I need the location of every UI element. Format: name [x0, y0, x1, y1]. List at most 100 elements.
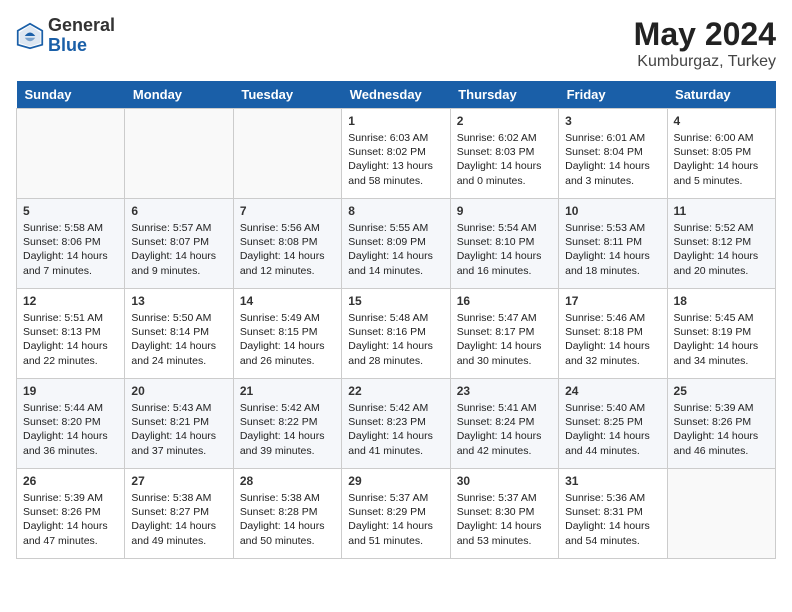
- cell-content: Sunrise: 5:48 AM Sunset: 8:16 PM Dayligh…: [348, 311, 443, 368]
- weekday-header-wednesday: Wednesday: [342, 81, 450, 109]
- location-subtitle: Kumburgaz, Turkey: [634, 53, 776, 71]
- cell-content: Sunrise: 5:43 AM Sunset: 8:21 PM Dayligh…: [131, 401, 226, 458]
- calendar-cell: [17, 109, 125, 199]
- calendar-cell: 3 Sunrise: 6:01 AM Sunset: 8:04 PM Daylig…: [559, 109, 667, 199]
- cell-content: Sunrise: 5:44 AM Sunset: 8:20 PM Dayligh…: [23, 401, 118, 458]
- logo-text: General Blue: [48, 16, 115, 56]
- day-number: 7: [240, 204, 335, 218]
- day-number: 6: [131, 204, 226, 218]
- day-number: 4: [674, 114, 769, 128]
- cell-content: Sunrise: 5:54 AM Sunset: 8:10 PM Dayligh…: [457, 221, 552, 278]
- cell-content: Sunrise: 5:37 AM Sunset: 8:30 PM Dayligh…: [457, 491, 552, 548]
- day-number: 31: [565, 474, 660, 488]
- cell-content: Sunrise: 6:00 AM Sunset: 8:05 PM Dayligh…: [674, 131, 769, 188]
- calendar-cell: 26Sunrise: 5:39 AM Sunset: 8:26 PM Dayli…: [17, 469, 125, 559]
- day-number: 16: [457, 294, 552, 308]
- logo: General Blue: [16, 16, 115, 56]
- calendar-week-row: 26Sunrise: 5:39 AM Sunset: 8:26 PM Dayli…: [17, 469, 776, 559]
- cell-content: Sunrise: 5:41 AM Sunset: 8:24 PM Dayligh…: [457, 401, 552, 458]
- cell-content: Sunrise: 5:46 AM Sunset: 8:18 PM Dayligh…: [565, 311, 660, 368]
- calendar-cell: 15Sunrise: 5:48 AM Sunset: 8:16 PM Dayli…: [342, 289, 450, 379]
- calendar-cell: 11Sunrise: 5:52 AM Sunset: 8:12 PM Dayli…: [667, 199, 775, 289]
- day-number: 2: [457, 114, 552, 128]
- cell-content: Sunrise: 5:49 AM Sunset: 8:15 PM Dayligh…: [240, 311, 335, 368]
- cell-content: Sunrise: 5:53 AM Sunset: 8:11 PM Dayligh…: [565, 221, 660, 278]
- calendar-cell: 24Sunrise: 5:40 AM Sunset: 8:25 PM Dayli…: [559, 379, 667, 469]
- cell-content: Sunrise: 5:37 AM Sunset: 8:29 PM Dayligh…: [348, 491, 443, 548]
- day-number: 25: [674, 384, 769, 398]
- cell-content: Sunrise: 6:03 AM Sunset: 8:02 PM Dayligh…: [348, 131, 443, 188]
- day-number: 13: [131, 294, 226, 308]
- calendar-cell: 29 Sunrise: 5:37 AM Sunset: 8:29 PM Dayli…: [342, 469, 450, 559]
- calendar-cell: 21 Sunrise: 5:42 AM Sunset: 8:22 PM Dayli…: [233, 379, 341, 469]
- day-number: 20: [131, 384, 226, 398]
- calendar-cell: 13 Sunrise: 5:50 AM Sunset: 8:14 PM Dayli…: [125, 289, 233, 379]
- calendar-cell: 18 Sunrise: 5:45 AM Sunset: 8:19 PM Dayli…: [667, 289, 775, 379]
- cell-content: Sunrise: 6:01 AM Sunset: 8:04 PM Dayligh…: [565, 131, 660, 188]
- calendar-cell: 8 Sunrise: 5:55 AM Sunset: 8:09 PM Daylig…: [342, 199, 450, 289]
- day-number: 22: [348, 384, 443, 398]
- day-number: 29: [348, 474, 443, 488]
- cell-content: Sunrise: 5:57 AM Sunset: 8:07 PM Dayligh…: [131, 221, 226, 278]
- day-number: 21: [240, 384, 335, 398]
- day-number: 1: [348, 114, 443, 128]
- calendar-week-row: 12 Sunrise: 5:51 AM Sunset: 8:13 PM Dayli…: [17, 289, 776, 379]
- cell-content: Sunrise: 6:02 AM Sunset: 8:03 PM Dayligh…: [457, 131, 552, 188]
- logo-icon: [16, 22, 44, 50]
- cell-content: Sunrise: 5:45 AM Sunset: 8:19 PM Dayligh…: [674, 311, 769, 368]
- day-number: 12: [23, 294, 118, 308]
- calendar-cell: 31 Sunrise: 5:36 AM Sunset: 8:31 PM Dayli…: [559, 469, 667, 559]
- calendar-cell: 4 Sunrise: 6:00 AM Sunset: 8:05 PM Daylig…: [667, 109, 775, 199]
- cell-content: Sunrise: 5:38 AM Sunset: 8:27 PM Dayligh…: [131, 491, 226, 548]
- day-number: 3: [565, 114, 660, 128]
- weekday-header-monday: Monday: [125, 81, 233, 109]
- calendar-cell: 19 Sunrise: 5:44 AM Sunset: 8:20 PM Dayli…: [17, 379, 125, 469]
- day-number: 9: [457, 204, 552, 218]
- calendar-cell: 2 Sunrise: 6:02 AM Sunset: 8:03 PM Daylig…: [450, 109, 558, 199]
- calendar-cell: 27 Sunrise: 5:38 AM Sunset: 8:27 PM Dayli…: [125, 469, 233, 559]
- calendar-cell: 16 Sunrise: 5:47 AM Sunset: 8:17 PM Dayli…: [450, 289, 558, 379]
- day-number: 19: [23, 384, 118, 398]
- day-number: 27: [131, 474, 226, 488]
- cell-content: Sunrise: 5:52 AM Sunset: 8:12 PM Dayligh…: [674, 221, 769, 278]
- calendar-week-row: 1 Sunrise: 6:03 AM Sunset: 8:02 PM Daylig…: [17, 109, 776, 199]
- cell-content: Sunrise: 5:38 AM Sunset: 8:28 PM Dayligh…: [240, 491, 335, 548]
- day-number: 28: [240, 474, 335, 488]
- day-number: 8: [348, 204, 443, 218]
- cell-content: Sunrise: 5:47 AM Sunset: 8:17 PM Dayligh…: [457, 311, 552, 368]
- cell-content: Sunrise: 5:50 AM Sunset: 8:14 PM Dayligh…: [131, 311, 226, 368]
- calendar-header: SundayMondayTuesdayWednesdayThursdayFrid…: [17, 81, 776, 109]
- calendar-cell: 17 Sunrise: 5:46 AM Sunset: 8:18 PM Dayli…: [559, 289, 667, 379]
- cell-content: Sunrise: 5:36 AM Sunset: 8:31 PM Dayligh…: [565, 491, 660, 548]
- cell-content: Sunrise: 5:51 AM Sunset: 8:13 PM Dayligh…: [23, 311, 118, 368]
- weekday-header-tuesday: Tuesday: [233, 81, 341, 109]
- calendar-cell: [125, 109, 233, 199]
- calendar-cell: [233, 109, 341, 199]
- cell-content: Sunrise: 5:42 AM Sunset: 8:23 PM Dayligh…: [348, 401, 443, 458]
- calendar-cell: 7 Sunrise: 5:56 AM Sunset: 8:08 PM Daylig…: [233, 199, 341, 289]
- month-year-title: May 2024: [634, 16, 776, 53]
- cell-content: Sunrise: 5:56 AM Sunset: 8:08 PM Dayligh…: [240, 221, 335, 278]
- day-number: 17: [565, 294, 660, 308]
- calendar-cell: 23 Sunrise: 5:41 AM Sunset: 8:24 PM Dayli…: [450, 379, 558, 469]
- weekday-header-saturday: Saturday: [667, 81, 775, 109]
- day-number: 10: [565, 204, 660, 218]
- calendar-week-row: 5Sunrise: 5:58 AM Sunset: 8:06 PM Daylig…: [17, 199, 776, 289]
- calendar-cell: 1 Sunrise: 6:03 AM Sunset: 8:02 PM Daylig…: [342, 109, 450, 199]
- calendar-cell: 30 Sunrise: 5:37 AM Sunset: 8:30 PM Dayli…: [450, 469, 558, 559]
- calendar-cell: [667, 469, 775, 559]
- title-block: May 2024 Kumburgaz, Turkey: [634, 16, 776, 71]
- calendar-cell: 9 Sunrise: 5:54 AM Sunset: 8:10 PM Daylig…: [450, 199, 558, 289]
- calendar-cell: 28 Sunrise: 5:38 AM Sunset: 8:28 PM Dayli…: [233, 469, 341, 559]
- cell-content: Sunrise: 5:39 AM Sunset: 8:26 PM Dayligh…: [23, 491, 118, 548]
- cell-content: Sunrise: 5:40 AM Sunset: 8:25 PM Dayligh…: [565, 401, 660, 458]
- calendar-cell: 6 Sunrise: 5:57 AM Sunset: 8:07 PM Daylig…: [125, 199, 233, 289]
- cell-content: Sunrise: 5:42 AM Sunset: 8:22 PM Dayligh…: [240, 401, 335, 458]
- calendar-cell: 14Sunrise: 5:49 AM Sunset: 8:15 PM Dayli…: [233, 289, 341, 379]
- cell-content: Sunrise: 5:55 AM Sunset: 8:09 PM Dayligh…: [348, 221, 443, 278]
- calendar-cell: 12 Sunrise: 5:51 AM Sunset: 8:13 PM Dayli…: [17, 289, 125, 379]
- day-number: 18: [674, 294, 769, 308]
- day-number: 23: [457, 384, 552, 398]
- day-number: 30: [457, 474, 552, 488]
- day-number: 5: [23, 204, 118, 218]
